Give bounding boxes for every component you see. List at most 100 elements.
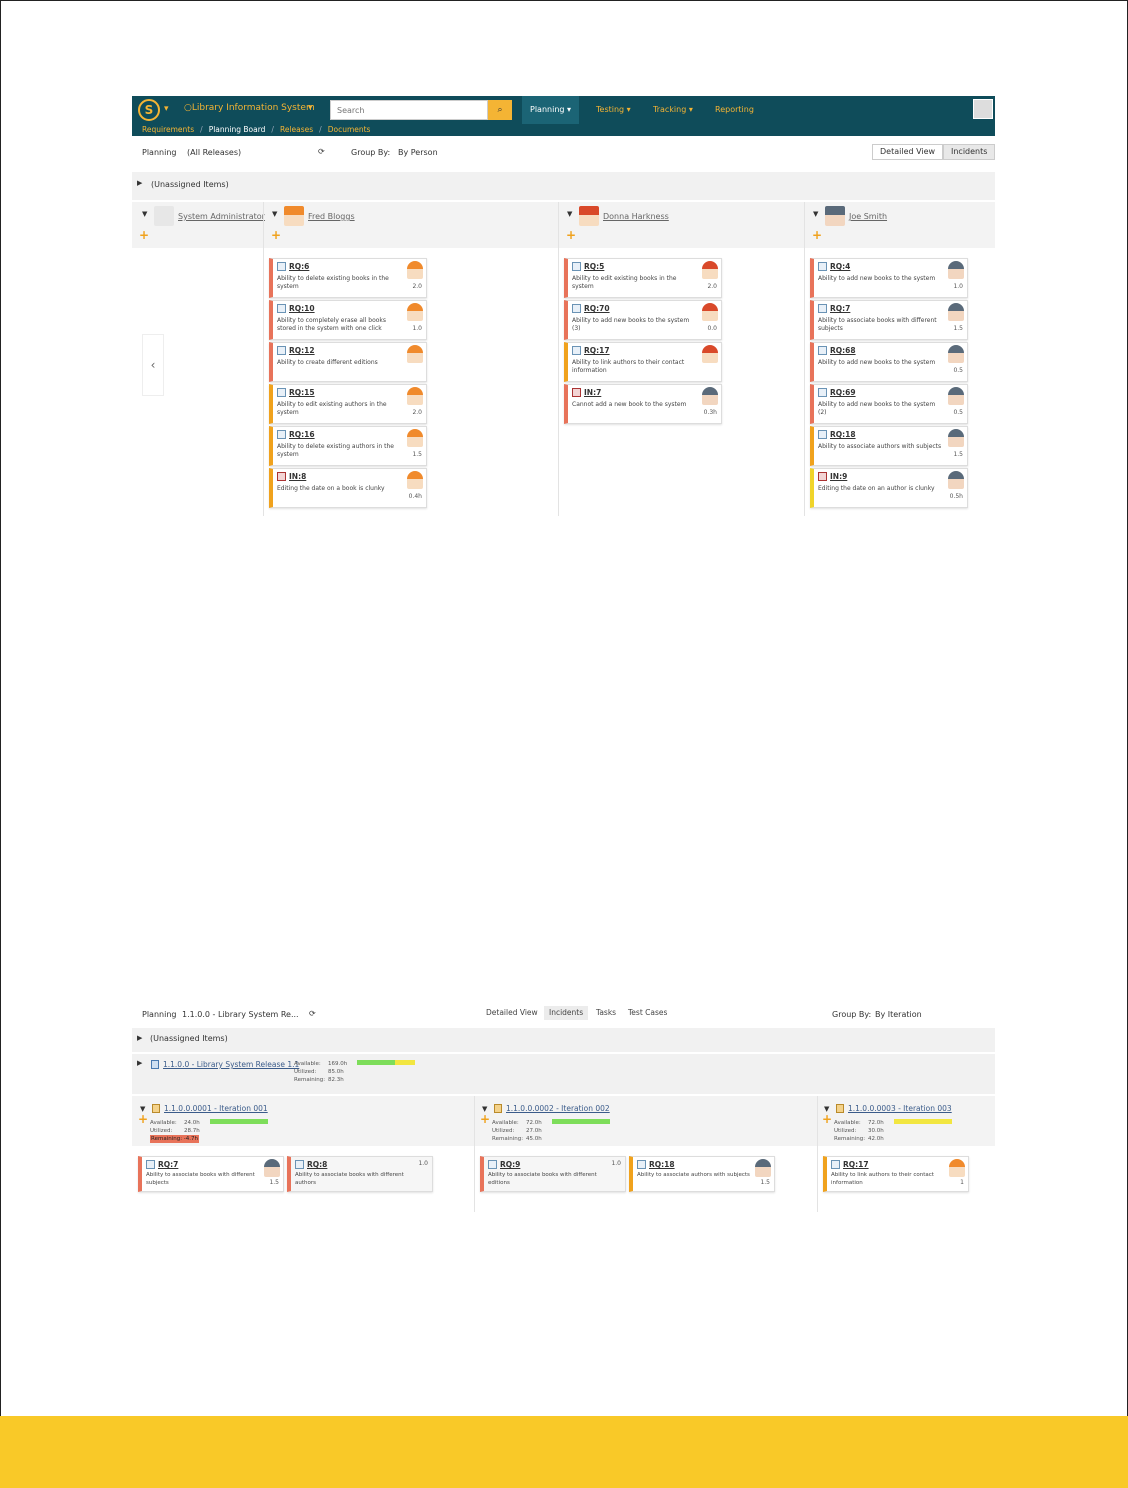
unassigned-items-row[interactable]: ▶ (Unassigned Items) — [132, 172, 995, 200]
card-id[interactable]: RQ:70 — [584, 304, 610, 313]
card-id[interactable]: RQ:16 — [289, 430, 315, 439]
refresh-icon[interactable]: ⟳ — [309, 1009, 316, 1018]
person-name[interactable]: Joe Smith — [849, 212, 887, 221]
work-item-card[interactable]: RQ:16 Ability to delete existing authors … — [269, 426, 427, 466]
work-item-card[interactable]: RQ:10 Ability to completely erase all boo… — [269, 300, 427, 340]
nav-tracking[interactable]: Tracking ▾ — [645, 96, 701, 124]
person-name[interactable]: Donna Harkness — [603, 212, 669, 221]
caret-down-icon[interactable]: ▼ — [272, 210, 277, 218]
iteration-link[interactable]: 1.1.0.0.0003 - Iteration 003 — [848, 1104, 952, 1113]
tab-tasks[interactable]: Tasks — [591, 1006, 621, 1020]
card-id[interactable]: RQ:68 — [830, 346, 856, 355]
work-item-card[interactable]: RQ:18 Ability to associate authors with s… — [810, 426, 968, 466]
user-avatar[interactable] — [973, 99, 993, 119]
breadcrumb-documents[interactable]: Documents — [328, 125, 371, 134]
work-item-card[interactable]: IN:8 Editing the date on a book is clunky… — [269, 468, 427, 508]
work-item-card[interactable]: RQ:68 Ability to add new books to the sys… — [810, 342, 968, 382]
work-item-card[interactable]: RQ:12 Ability to create different edition… — [269, 342, 427, 382]
add-item-icon[interactable]: + — [822, 1112, 832, 1126]
group-by-select[interactable]: By Iteration — [875, 1010, 922, 1019]
work-item-card[interactable]: RQ:9 Ability to associate books with diff… — [480, 1156, 626, 1192]
card-id[interactable]: RQ:5 — [584, 262, 604, 271]
work-item-card[interactable]: RQ:7 Ability to associate books with diff… — [138, 1156, 284, 1192]
card-id[interactable]: RQ:7 — [158, 1160, 178, 1169]
search-input[interactable] — [330, 100, 488, 120]
nav-testing[interactable]: Testing ▾ — [588, 96, 639, 124]
card-id[interactable]: RQ:69 — [830, 388, 856, 397]
group-by-select[interactable]: By Person — [398, 148, 438, 157]
card-id[interactable]: RQ:7 — [830, 304, 850, 313]
card-id[interactable]: RQ:18 — [830, 430, 856, 439]
add-item-icon[interactable]: + — [139, 228, 149, 242]
iteration-link[interactable]: 1.1.0.0.0001 - Iteration 001 — [164, 1104, 268, 1113]
chevron-down-icon[interactable]: ▾ — [164, 104, 169, 114]
card-description: Ability to add new books to the system (… — [818, 401, 936, 416]
work-item-card[interactable]: RQ:15 Ability to edit existing authors in… — [269, 384, 427, 424]
caret-down-icon[interactable]: ▼ — [142, 210, 147, 218]
work-item-card[interactable]: RQ:70 Ability to add new books to the sys… — [564, 300, 722, 340]
card-id[interactable]: RQ:9 — [500, 1160, 520, 1169]
incidents-toggle[interactable]: Incidents — [943, 144, 996, 160]
work-item-card[interactable]: RQ:8 Ability to associate books with diff… — [287, 1156, 433, 1192]
tab-detailed-view[interactable]: Detailed View — [481, 1006, 543, 1020]
refresh-icon[interactable]: ⟳ — [318, 147, 325, 156]
caret-right-icon[interactable]: ▶ — [137, 1059, 142, 1067]
card-id[interactable]: RQ:4 — [830, 262, 850, 271]
person-name[interactable]: Fred Bloggs — [308, 212, 355, 221]
breadcrumb-requirements[interactable]: Requirements — [142, 125, 194, 134]
card-id[interactable]: IN:8 — [289, 472, 306, 481]
breadcrumb-releases[interactable]: Releases — [280, 125, 313, 134]
spira-logo-icon[interactable]: S — [138, 99, 160, 121]
person-name[interactable]: System Administrator — [178, 212, 265, 221]
tab-test-cases[interactable]: Test Cases — [623, 1006, 672, 1020]
card-id[interactable]: RQ:8 — [307, 1160, 327, 1169]
card-description: Editing the date on an author is clunky — [818, 485, 935, 492]
work-item-card[interactable]: RQ:6 Ability to delete existing books in … — [269, 258, 427, 298]
avatar — [407, 387, 423, 405]
card-description: Ability to add new books to the system — [818, 359, 936, 366]
add-item-icon[interactable]: + — [480, 1112, 490, 1126]
card-id[interactable]: RQ:12 — [289, 346, 315, 355]
caret-right-icon[interactable]: ▶ — [137, 1034, 142, 1042]
work-item-card[interactable]: RQ:5 Ability to edit existing books in th… — [564, 258, 722, 298]
unassigned-items-row[interactable]: ▶ (Unassigned Items) — [132, 1028, 995, 1052]
work-item-card[interactable]: RQ:4 Ability to add new books to the syst… — [810, 258, 968, 298]
caret-down-icon[interactable]: ▼ — [567, 210, 572, 218]
card-id[interactable]: RQ:17 — [584, 346, 610, 355]
planning-release-select[interactable]: 1.1.0.0 - Library System Re... — [182, 1010, 299, 1019]
card-id[interactable]: IN:7 — [584, 388, 601, 397]
add-item-icon[interactable]: + — [271, 228, 281, 242]
detailed-view-toggle[interactable]: Detailed View — [872, 144, 944, 160]
requirement-icon — [831, 1160, 840, 1169]
search-icon[interactable]: ⌕ — [488, 100, 512, 120]
work-item-card[interactable]: RQ:18 Ability to associate authors with s… — [629, 1156, 775, 1192]
work-item-card[interactable]: RQ:17 Ability to link authors to their co… — [823, 1156, 969, 1192]
caret-right-icon[interactable]: ▶ — [137, 179, 142, 187]
chevron-down-icon[interactable]: ▾ — [308, 103, 313, 113]
project-selector[interactable]: ○Library Information System — [184, 103, 315, 113]
card-id[interactable]: RQ:6 — [289, 262, 309, 271]
caret-down-icon[interactable]: ▼ — [813, 210, 818, 218]
work-item-card[interactable]: RQ:7 Ability to associate books with diff… — [810, 300, 968, 340]
planning-release-select[interactable]: (All Releases) — [187, 148, 241, 157]
add-item-icon[interactable]: + — [566, 228, 576, 242]
nav-reporting[interactable]: Reporting — [707, 96, 762, 124]
card-id[interactable]: RQ:10 — [289, 304, 315, 313]
work-item-card[interactable]: IN:7 Cannot add a new book to the system 0… — [564, 384, 722, 424]
work-item-card[interactable]: IN:9 Editing the date on an author is clu… — [810, 468, 968, 508]
nav-planning[interactable]: Planning ▾ — [522, 96, 580, 124]
card-id[interactable]: RQ:18 — [649, 1160, 675, 1169]
card-id[interactable]: RQ:17 — [843, 1160, 869, 1169]
iteration-link[interactable]: 1.1.0.0.0002 - Iteration 002 — [506, 1104, 610, 1113]
card-estimate: 1.0 — [418, 1160, 428, 1167]
work-item-card[interactable]: RQ:17 Ability to link authors to their co… — [564, 342, 722, 382]
chevron-left-icon[interactable]: ‹ — [142, 334, 164, 396]
requirement-icon — [277, 304, 286, 313]
add-item-icon[interactable]: + — [138, 1112, 148, 1126]
card-id[interactable]: IN:9 — [830, 472, 847, 481]
add-item-icon[interactable]: + — [812, 228, 822, 242]
card-id[interactable]: RQ:15 — [289, 388, 315, 397]
release-link[interactable]: 1.1.0.0 - Library System Release 1.1 — [163, 1060, 299, 1069]
tab-incidents[interactable]: Incidents — [544, 1006, 589, 1020]
work-item-card[interactable]: RQ:69 Ability to add new books to the sys… — [810, 384, 968, 424]
